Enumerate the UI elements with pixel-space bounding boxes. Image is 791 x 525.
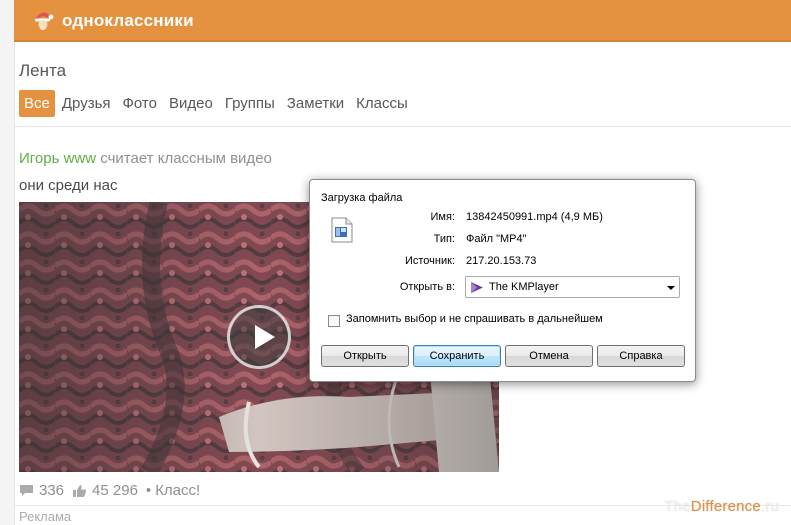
name-label: Имя: <box>430 211 455 223</box>
stats-separator: • <box>145 482 152 499</box>
tab-video[interactable]: Видео <box>164 90 218 117</box>
comments-counter[interactable]: 336 <box>19 482 64 499</box>
source-value: 217.20.153.73 <box>466 255 537 267</box>
watermark: TheDifference.ru <box>664 498 779 515</box>
post-stats: 336 45 296 • Класс! <box>19 482 200 499</box>
post-text: они среди нас <box>19 177 118 194</box>
post-author-link[interactable]: Игорь www <box>19 150 96 167</box>
likes-counter[interactable]: 45 296 <box>72 482 138 499</box>
feed-title: Лента <box>19 61 67 80</box>
file-download-dialog: Загрузка файла Имя: 13842450991.mp4 (4,9… <box>309 179 696 382</box>
post-header: Игорь www считает классным видео <box>19 150 272 167</box>
tab-groups[interactable]: Группы <box>220 90 280 117</box>
tab-notes[interactable]: Заметки <box>282 90 349 117</box>
file-type-value: Файл "MP4" <box>466 233 527 245</box>
remember-choice-label[interactable]: Запомнить выбор и не спрашивать в дальне… <box>346 313 603 325</box>
help-button[interactable]: Справка <box>597 345 685 367</box>
comment-icon <box>20 485 33 496</box>
open-with-label: Открыть в: <box>399 281 455 293</box>
comments-count: 336 <box>39 482 65 499</box>
remember-choice-checkbox[interactable] <box>328 315 340 327</box>
file-name-value: 13842450991.mp4 (4,9 МБ) <box>466 211 603 223</box>
tab-klassy[interactable]: Классы <box>351 90 413 117</box>
source-label: Источник: <box>404 255 455 267</box>
open-with-select[interactable]: The KMPlayer <box>465 276 680 298</box>
open-with-value: The KMPlayer <box>489 281 559 293</box>
tab-photo[interactable]: Фото <box>118 90 162 117</box>
tab-friends[interactable]: Друзья <box>57 90 116 117</box>
feed-tabs: Все Друзья Фото Видео Группы Заметки Кла… <box>19 90 415 117</box>
dialog-title: Загрузка файла <box>321 192 403 204</box>
watermark-part-2: Difference <box>690 498 761 515</box>
site-header: одноклассники <box>14 0 791 42</box>
open-button[interactable]: Открыть <box>321 345 409 367</box>
klass-button[interactable]: Класс! <box>155 482 200 499</box>
watermark-part-1: The <box>664 498 691 515</box>
post-action-text: считает классным видео <box>100 150 272 167</box>
tab-all[interactable]: Все <box>19 90 55 117</box>
likes-count: 45 296 <box>92 482 138 499</box>
save-button[interactable]: Сохранить <box>413 345 501 367</box>
ok-santa-icon[interactable] <box>32 9 54 33</box>
play-button[interactable] <box>227 305 291 369</box>
ad-label: Реклама <box>19 509 72 524</box>
tabs-divider <box>15 126 791 127</box>
thumbs-up-icon <box>73 485 87 497</box>
watermark-part-3: .ru <box>760 498 779 515</box>
cancel-button[interactable]: Отмена <box>505 345 593 367</box>
site-brand[interactable]: одноклассники <box>62 11 194 31</box>
chevron-down-icon <box>667 286 675 290</box>
type-label: Тип: <box>433 233 455 245</box>
kmplayer-icon <box>471 282 483 293</box>
